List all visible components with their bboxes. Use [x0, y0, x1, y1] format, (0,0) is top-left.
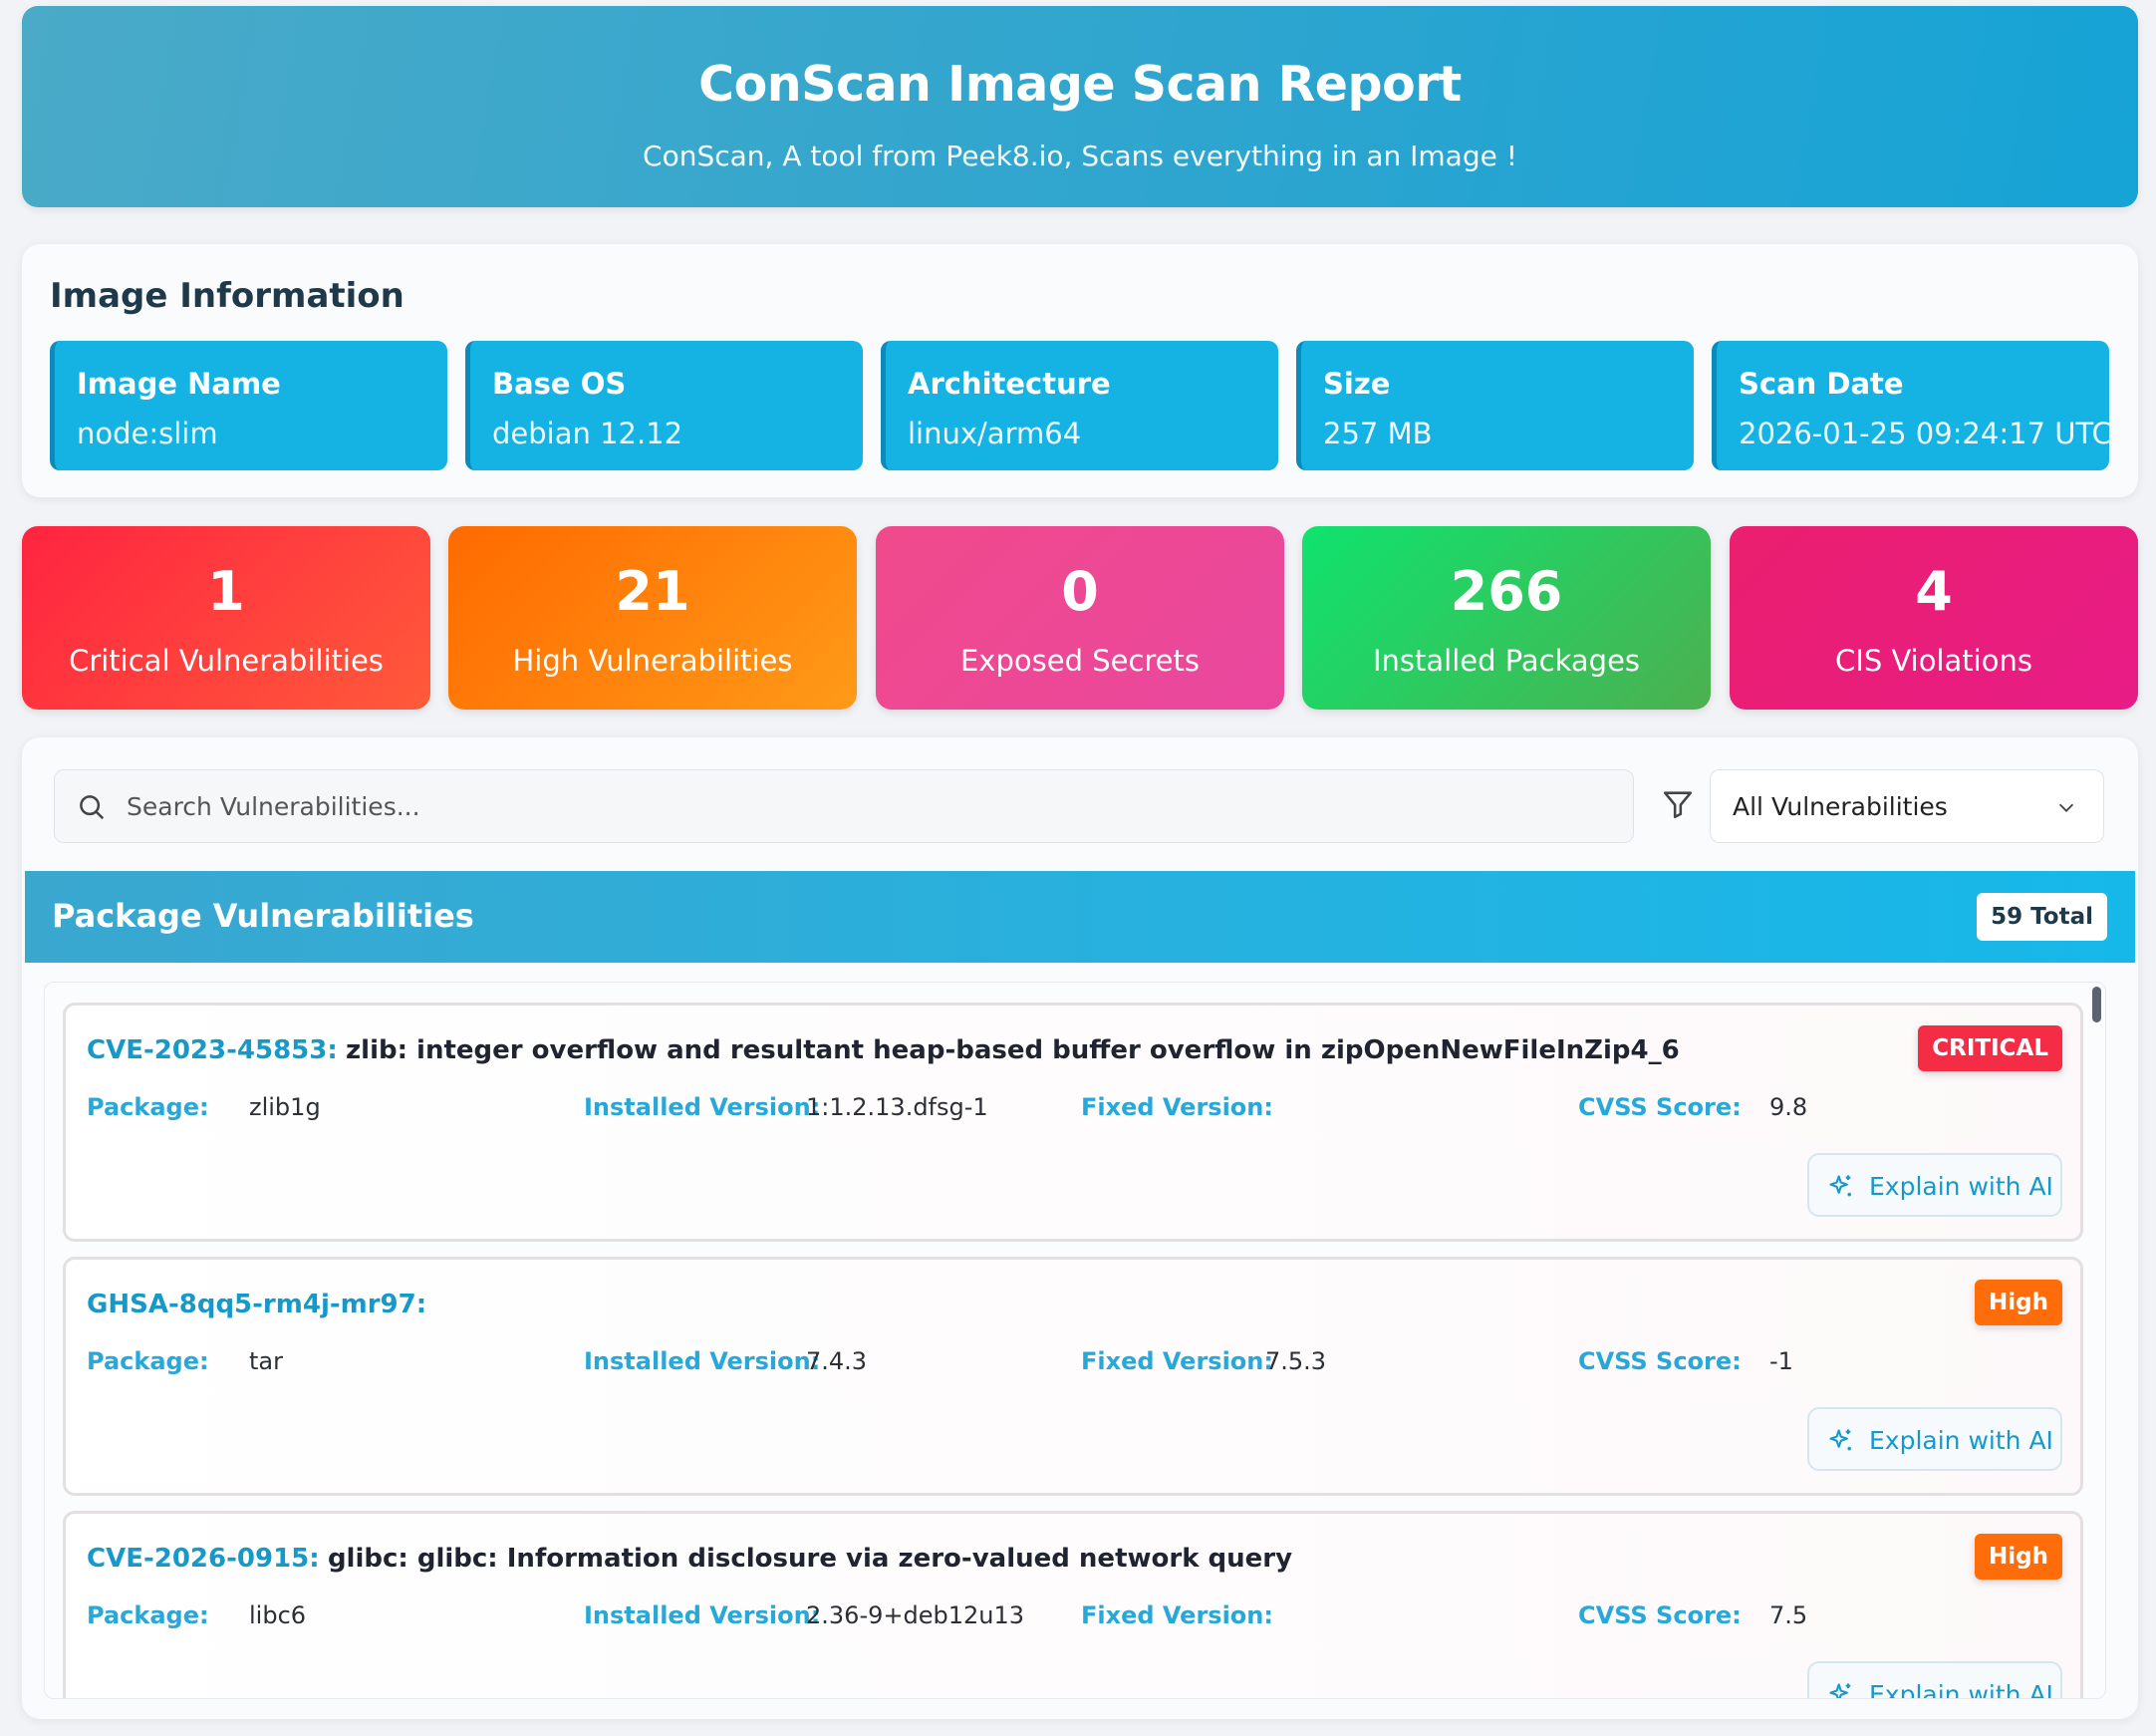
- stat-label: CIS Violations: [1835, 644, 2032, 678]
- severity-filter-select[interactable]: All Vulnerabilities: [1710, 769, 2104, 843]
- info-tile-value: debian 12.12: [492, 417, 683, 450]
- cvss-score-value: 7.5: [1769, 1601, 1808, 1629]
- explain-with-ai-button[interactable]: Explain with AI: [1807, 1661, 2062, 1699]
- stat-exposed-secrets: 0 Exposed Secrets: [876, 526, 1284, 710]
- search-icon: [80, 795, 105, 820]
- sparkle-icon: [1829, 1175, 1851, 1197]
- sparkle-icon: [1829, 1683, 1851, 1698]
- info-tile-label: Base OS: [492, 367, 627, 401]
- vulnerability-description: zlib: integer overflow and resultant hea…: [346, 1035, 1680, 1065]
- explain-with-ai-label: Explain with AI: [1869, 1680, 2053, 1699]
- cvss-score-label: CVSS Score:: [1578, 1601, 1742, 1629]
- stat-value: 0: [1061, 560, 1099, 623]
- vulnerability-description: glibc: glibc: Information disclosure via…: [327, 1544, 1293, 1574]
- vulnerabilities-panel: All Vulnerabilities Package Vulnerabilit…: [22, 737, 2138, 1719]
- cvss-score-value: 9.8: [1769, 1093, 1808, 1121]
- vulnerability-title: GHSA-8qq5-rm4j-mr97:: [87, 1290, 426, 1319]
- package-vulnerabilities-title: Package Vulnerabilities: [52, 897, 474, 935]
- vulnerability-card: GHSA-8qq5-rm4j-mr97: High Package: tar I…: [63, 1257, 2083, 1496]
- explain-with-ai-label: Explain with AI: [1869, 1172, 2053, 1201]
- image-information-card: Image Information Image Name node:slim B…: [22, 244, 2138, 497]
- package-vulnerabilities-header: Package Vulnerabilities 59 Total: [25, 871, 2135, 963]
- info-tile-scan-date: Scan Date 2026-01-25 09:24:17 UTC: [1712, 341, 2112, 470]
- search-input[interactable]: [127, 770, 1611, 842]
- stat-value: 266: [1450, 560, 1563, 623]
- package-label: Package:: [87, 1601, 209, 1629]
- report-header: ConScan Image Scan Report ConScan, A too…: [22, 6, 2138, 207]
- scrollbar-thumb[interactable]: [2092, 987, 2101, 1022]
- explain-with-ai-label: Explain with AI: [1869, 1426, 2053, 1455]
- package-value: tar: [249, 1347, 283, 1375]
- search-box[interactable]: [54, 769, 1634, 843]
- info-tile-size: Size 257 MB: [1296, 341, 1694, 470]
- info-tile-label: Size: [1323, 367, 1391, 401]
- package-value: zlib1g: [249, 1093, 321, 1121]
- total-count-badge: 59 Total: [1977, 893, 2107, 941]
- vulnerability-id[interactable]: CVE-2023-45853:: [87, 1035, 338, 1065]
- info-tile-value: 2026-01-25 09:24:17 UTC: [1739, 417, 2112, 450]
- info-tile-value: node:slim: [77, 417, 218, 450]
- stat-installed-packages: 266 Installed Packages: [1302, 526, 1711, 710]
- stat-critical-vulnerabilities: 1 Critical Vulnerabilities: [22, 526, 430, 710]
- package-label: Package:: [87, 1093, 209, 1121]
- sparkle-icon: [1829, 1429, 1851, 1451]
- stat-label: Exposed Secrets: [959, 644, 1200, 678]
- severity-badge: High: [1975, 1534, 2062, 1580]
- filter-icon[interactable]: [1661, 787, 1695, 821]
- vulnerability-title: CVE-2023-45853: zlib: integer overflow a…: [87, 1035, 1680, 1065]
- fixed-version-label: Fixed Version:: [1081, 1601, 1273, 1629]
- package-label: Package:: [87, 1347, 209, 1375]
- info-tile-base-os: Base OS debian 12.12: [465, 341, 863, 470]
- explain-with-ai-button[interactable]: Explain with AI: [1807, 1407, 2062, 1471]
- stat-label: Installed Packages: [1372, 644, 1641, 678]
- stat-value: 21: [615, 560, 690, 623]
- stat-cis-violations: 4 CIS Violations: [1730, 526, 2138, 710]
- installed-version-label: Installed Version:: [584, 1347, 821, 1375]
- vulnerability-title: CVE-2026-0915: glibc: glibc: Information…: [87, 1544, 1292, 1574]
- info-tile-value: linux/arm64: [908, 417, 1082, 450]
- report-subtitle: ConScan, A tool from Peek8.io, Scans eve…: [643, 140, 1517, 172]
- stat-high-vulnerabilities: 21 High Vulnerabilities: [448, 526, 857, 710]
- vulnerability-card: CVE-2026-0915: glibc: glibc: Information…: [63, 1511, 2083, 1699]
- image-information-heading: Image Information: [50, 276, 404, 316]
- cvss-score-value: -1: [1769, 1347, 1793, 1375]
- info-tile-label: Architecture: [908, 367, 1111, 401]
- info-tile-architecture: Architecture linux/arm64: [881, 341, 1278, 470]
- info-tile-label: Image Name: [77, 367, 281, 401]
- fixed-version-label: Fixed Version:: [1081, 1093, 1273, 1121]
- info-tile-image-name: Image Name node:slim: [50, 341, 447, 470]
- vulnerability-list[interactable]: CVE-2023-45853: zlib: integer overflow a…: [44, 982, 2106, 1699]
- report-title: ConScan Image Scan Report: [698, 56, 1462, 113]
- vulnerability-card: CVE-2023-45853: zlib: integer overflow a…: [63, 1003, 2083, 1242]
- fixed-version-value: 7.5.3: [1265, 1347, 1327, 1375]
- severity-filter-value: All Vulnerabilities: [1733, 792, 1948, 821]
- info-tile-label: Scan Date: [1739, 367, 1904, 401]
- cvss-score-label: CVSS Score:: [1578, 1093, 1742, 1121]
- package-value: libc6: [249, 1601, 307, 1629]
- fixed-version-label: Fixed Version:: [1081, 1347, 1273, 1375]
- installed-version-label: Installed Version:: [584, 1093, 821, 1121]
- installed-version-label: Installed Version:: [584, 1601, 821, 1629]
- installed-version-value: 1:1.2.13.dfsg-1: [806, 1093, 988, 1121]
- stat-label: High Vulnerabilities: [512, 644, 793, 678]
- explain-with-ai-button[interactable]: Explain with AI: [1807, 1153, 2062, 1217]
- installed-version-value: 2.36-9+deb12u13: [806, 1601, 1024, 1629]
- stat-value: 1: [207, 560, 245, 623]
- info-tile-value: 257 MB: [1323, 417, 1433, 450]
- severity-badge: CRITICAL: [1918, 1025, 2062, 1071]
- severity-badge: High: [1975, 1280, 2062, 1325]
- cvss-score-label: CVSS Score:: [1578, 1347, 1742, 1375]
- stat-label: Critical Vulnerabilities: [69, 644, 384, 678]
- vulnerability-id[interactable]: CVE-2026-0915:: [87, 1544, 320, 1574]
- vulnerability-id[interactable]: GHSA-8qq5-rm4j-mr97:: [87, 1290, 426, 1319]
- installed-version-value: 7.4.3: [806, 1347, 868, 1375]
- stat-value: 4: [1915, 560, 1953, 623]
- chevron-down-icon: [2058, 803, 2074, 812]
